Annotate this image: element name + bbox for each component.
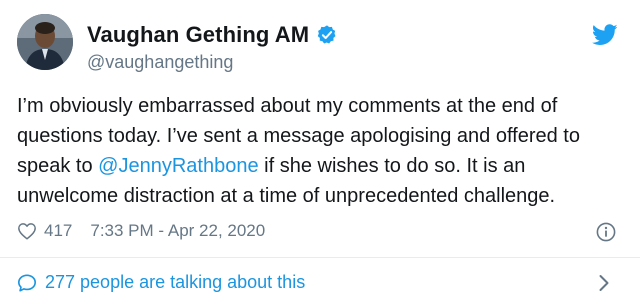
speech-bubble-icon	[17, 273, 37, 293]
tweet-card: Vaughan Gething AM @vaughangething I’m o…	[0, 0, 640, 305]
chevron-right-icon[interactable]	[598, 274, 610, 292]
timestamp[interactable]: 7:33 PM - Apr 22, 2020	[90, 221, 265, 241]
verified-badge-icon	[316, 24, 338, 46]
tweet-meta: 417 7:33 PM - Apr 22, 2020	[17, 221, 265, 241]
tweet-text: I’m obviously embarrassed about my comme…	[17, 91, 627, 211]
mention-link[interactable]: @JennyRathbone	[98, 155, 258, 177]
talking-about-label: 277 people are talking about this	[45, 272, 306, 292]
name-row: Vaughan Gething AM	[87, 22, 338, 48]
divider	[0, 257, 640, 258]
info-icon[interactable]	[596, 222, 616, 242]
avatar[interactable]	[17, 14, 73, 70]
talking-about-link[interactable]: 277 people are talking about this	[17, 272, 305, 293]
display-name[interactable]: Vaughan Gething AM	[87, 22, 309, 48]
like-count[interactable]: 417	[44, 221, 72, 241]
heart-icon[interactable]	[17, 222, 37, 240]
user-handle[interactable]: @vaughangething	[87, 52, 233, 73]
twitter-bird-icon[interactable]	[591, 24, 618, 46]
